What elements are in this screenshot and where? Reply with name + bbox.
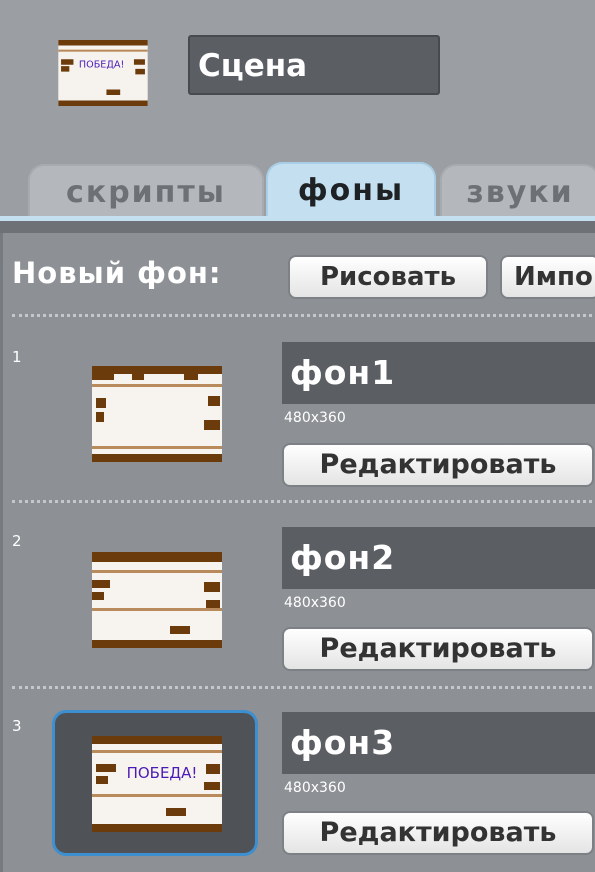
separator — [12, 314, 592, 317]
stage-thumbnail[interactable]: ПОБЕДА! — [56, 40, 150, 106]
edit-backdrop-button[interactable]: Редактировать — [282, 443, 594, 487]
separator — [12, 686, 592, 689]
tab-scripts[interactable]: скрипты — [28, 164, 264, 216]
backdrop-size: 480x360 — [284, 595, 346, 611]
paint-backdrop-button[interactable]: Рисовать — [288, 255, 488, 299]
separator — [12, 500, 592, 503]
new-backdrop-label: Новый фон: — [12, 256, 222, 290]
stage-thumb-text: ПОБЕДА! — [79, 60, 124, 71]
backdrop-name-field[interactable]: фон1 — [282, 342, 595, 404]
backdrop-size: 480x360 — [284, 410, 346, 426]
backdrop-size: 480x360 — [284, 780, 346, 796]
tab-sounds[interactable]: звуки — [440, 164, 595, 216]
tab-bar-shadow — [0, 221, 595, 233]
backdrop-number: 2 — [12, 532, 22, 550]
edit-backdrop-button[interactable]: Редактировать — [282, 811, 594, 855]
backdrop-name-field[interactable]: фон2 — [282, 527, 595, 589]
backdrop-thumbnail[interactable] — [92, 366, 222, 462]
tab-backdrops[interactable]: фоны — [266, 162, 436, 218]
edit-backdrop-button[interactable]: Редактировать — [282, 627, 594, 671]
sprite-name-field[interactable]: Сцена — [188, 35, 440, 95]
victory-text: ПОБЕДА! — [127, 764, 198, 782]
backdrop-thumbnail[interactable] — [92, 552, 222, 648]
backdrop-name-field[interactable]: фон3 — [282, 712, 595, 774]
backdrop-number: 3 — [12, 717, 22, 735]
backdrop-number: 1 — [12, 348, 22, 366]
import-backdrop-button[interactable]: Импо — [500, 255, 595, 299]
backdrop-thumbnail[interactable]: ПОБЕДА! — [92, 736, 222, 832]
